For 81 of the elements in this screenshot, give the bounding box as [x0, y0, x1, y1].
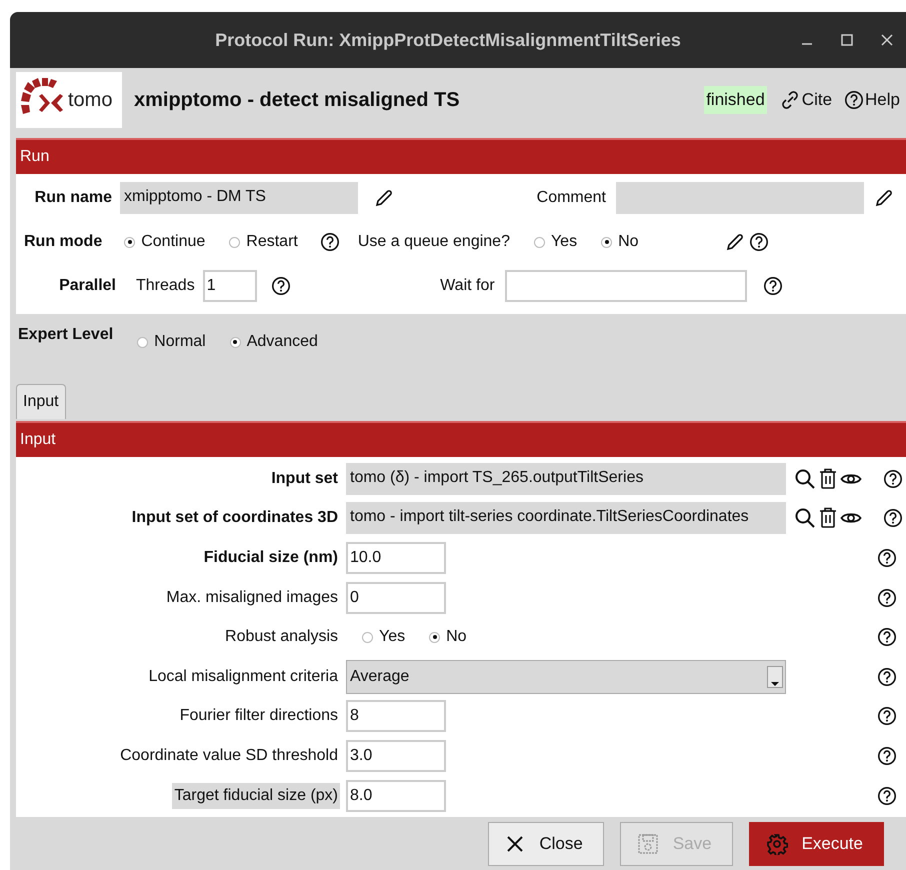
help-icon[interactable]	[883, 468, 903, 489]
radio-option[interactable]: Yes	[534, 233, 578, 251]
radio-option[interactable]: Advanced	[230, 333, 318, 351]
field-label: Parallel	[58, 277, 116, 295]
radio-option[interactable]: Normal	[137, 333, 206, 351]
radio-button[interactable]	[229, 236, 240, 248]
field-label: Input set of coordinates 3D	[130, 508, 339, 528]
close-button[interactable]: Close	[488, 822, 604, 866]
radio-button[interactable]	[137, 336, 148, 348]
help-icon[interactable]	[883, 508, 903, 528]
status-badge: finished	[704, 86, 767, 114]
window-title: Protocol Run: XmippProtDetectMisalignmentTiltSeries	[214, 30, 682, 50]
radio-option[interactable]: Restart	[229, 233, 298, 251]
help-icon[interactable]	[877, 786, 897, 806]
help-icon[interactable]	[320, 232, 340, 252]
radio-button[interactable]	[429, 632, 440, 643]
trash-icon[interactable]	[819, 468, 837, 490]
search-icon[interactable]	[794, 507, 816, 530]
input-field[interactable]: tomo (δ) - import TS_265.outputTiltSeries	[346, 462, 786, 495]
floppy-icon	[636, 832, 659, 855]
radio-button[interactable]	[230, 336, 241, 348]
field-label: Fiducial size (nm)	[202, 548, 339, 568]
header-link[interactable]: Cite	[778, 89, 832, 111]
field-label: Comment	[536, 189, 606, 207]
radio-button[interactable]	[362, 632, 373, 643]
execute-button[interactable]: Execute	[748, 822, 884, 866]
section-header: Input	[16, 421, 906, 457]
field-label: Input set	[270, 468, 339, 489]
help-icon[interactable]	[877, 548, 897, 568]
logo-text: tomo	[68, 88, 112, 112]
field-label: Max. misaligned images	[165, 588, 339, 608]
help-icon[interactable]	[877, 746, 897, 766]
section-header: Run	[16, 138, 906, 174]
input-field[interactable]: 8	[346, 700, 446, 732]
field-label: Wait for	[439, 277, 495, 295]
input-field[interactable]: xmipptomo - DM TS	[120, 182, 358, 214]
trash-icon[interactable]	[819, 507, 837, 530]
help-icon[interactable]	[748, 232, 769, 252]
help-icon[interactable]	[877, 706, 897, 726]
help-icon[interactable]	[762, 276, 783, 296]
radio-button[interactable]	[124, 236, 136, 248]
close-icon	[505, 834, 526, 854]
field-label: Robust analysis	[224, 627, 339, 648]
dropdown[interactable]: Average	[346, 660, 786, 694]
input-field[interactable]: 8.0	[346, 780, 446, 812]
radio-button[interactable]	[601, 236, 612, 248]
pencil-icon[interactable]	[374, 188, 394, 208]
field-label: Target fiducial size (px)	[172, 782, 340, 809]
input-field[interactable]: 1	[202, 270, 257, 302]
help-icon[interactable]	[844, 90, 864, 110]
field-label: Use a queue engine?	[358, 233, 510, 251]
field-label: Run name	[34, 189, 112, 207]
radio-option[interactable]: Continue	[124, 233, 206, 251]
gear-icon	[766, 832, 788, 855]
help-icon[interactable]	[270, 276, 291, 296]
field-label: Run mode	[23, 233, 102, 251]
search-icon[interactable]	[794, 468, 816, 490]
input-field[interactable]: 0	[346, 582, 446, 614]
help-icon[interactable]	[877, 627, 897, 648]
field-label: Coordinate value SD threshold	[119, 746, 339, 766]
input-field[interactable]	[504, 270, 747, 302]
pencil-icon[interactable]	[724, 232, 745, 252]
field-label: Expert Level	[18, 326, 114, 344]
radio-option[interactable]: No	[601, 233, 639, 251]
radio-option[interactable]: Yes	[362, 628, 406, 646]
field-label: Fourier filter directions	[178, 706, 339, 726]
help-icon[interactable]	[877, 666, 897, 687]
pencil-icon[interactable]	[874, 188, 894, 208]
caret-icon	[771, 680, 779, 687]
tab[interactable]: Input	[16, 384, 66, 419]
input-field[interactable]: 10.0	[346, 542, 446, 574]
help-icon[interactable]	[877, 588, 897, 608]
field-label: Threads	[136, 277, 195, 295]
header-link[interactable]: Help	[844, 90, 900, 110]
radio-button[interactable]	[534, 236, 545, 248]
protocol-title: xmipptomo - detect misaligned TS	[134, 88, 461, 112]
input-field[interactable]	[616, 182, 864, 214]
field-label: Local misalignment criteria	[148, 666, 339, 687]
input-field[interactable]: 3.0	[346, 740, 446, 772]
radio-option[interactable]: No	[429, 628, 467, 646]
input-field[interactable]: tomo - import tilt-series coordinate.TiltSeriesCoordinates	[346, 502, 786, 534]
